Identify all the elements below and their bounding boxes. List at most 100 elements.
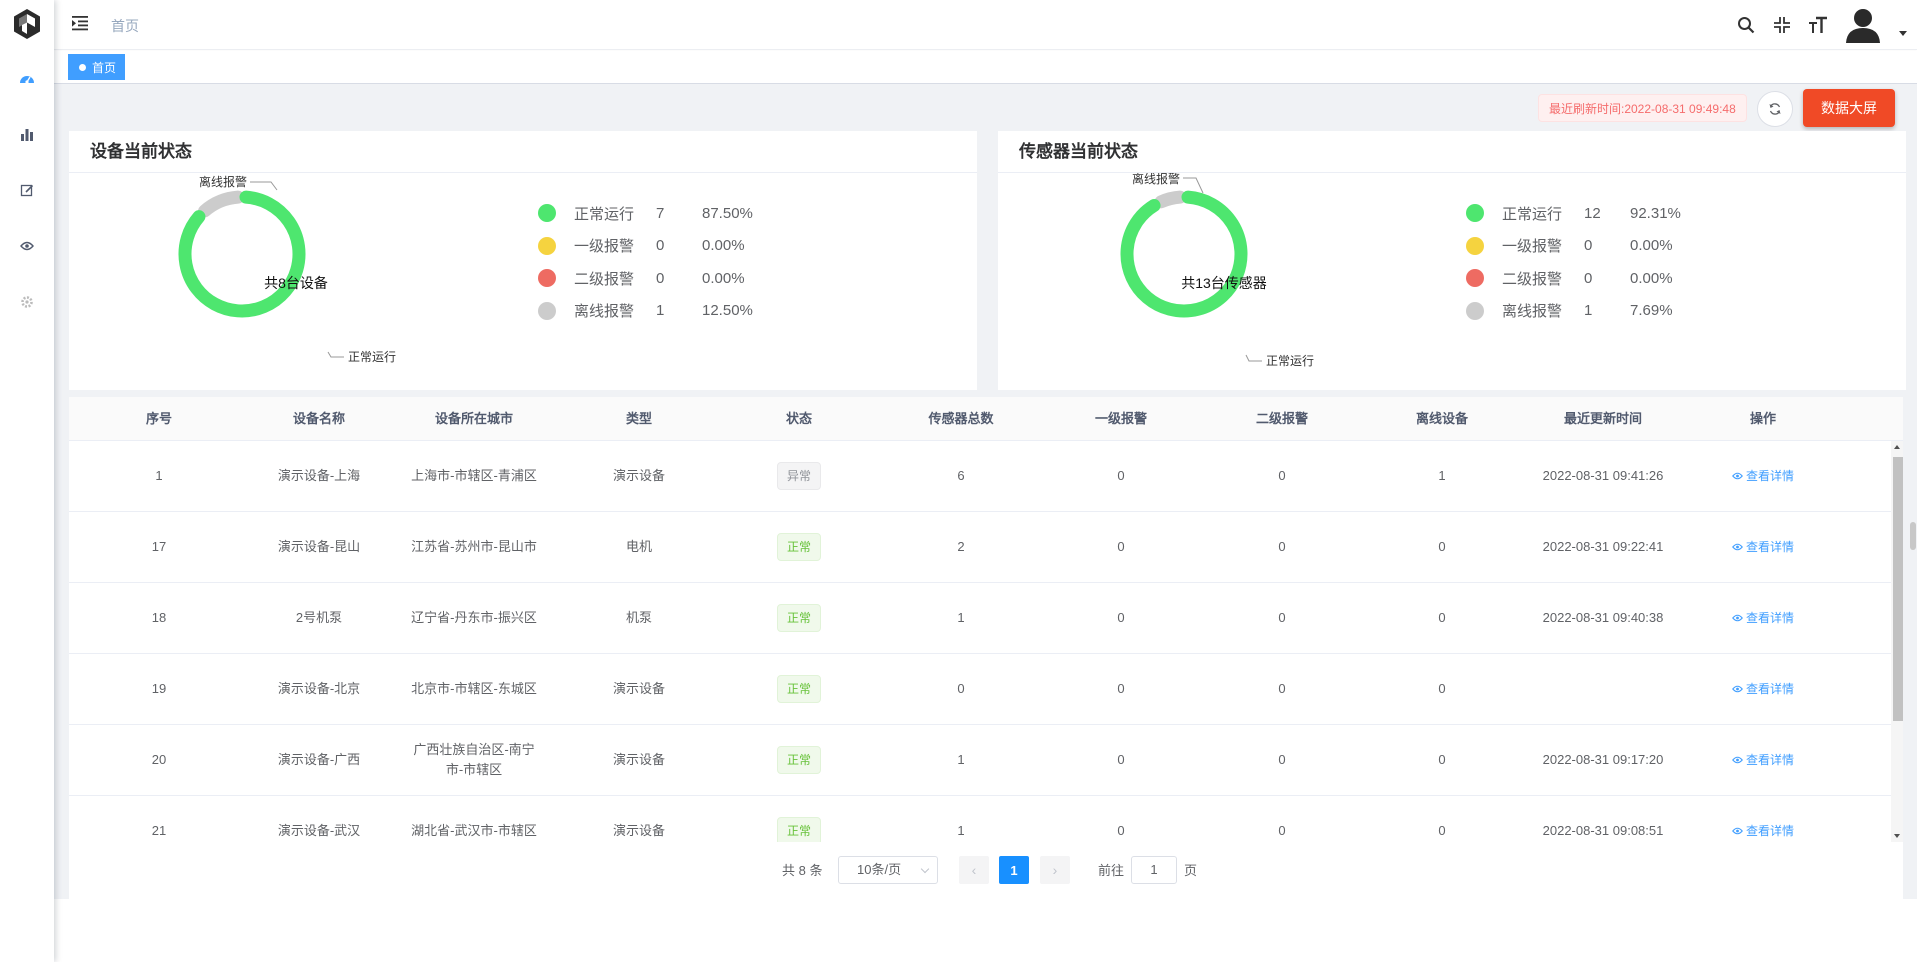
page-size-select[interactable]: 10条/页: [838, 856, 938, 884]
cell-actions: 查看详情: [1703, 583, 1823, 653]
legend-dot-icon: [538, 301, 556, 320]
donut-slice[interactable]: [1120, 190, 1248, 318]
search-icon[interactable]: [1735, 14, 1757, 36]
legend-dot-icon: [1466, 204, 1484, 222]
page-scrollbar-thumb[interactable]: [1910, 522, 1916, 550]
view-detail-link[interactable]: 查看详情: [1732, 466, 1794, 486]
donut-slice[interactable]: [198, 190, 245, 218]
goto-page-input[interactable]: 1: [1131, 856, 1177, 884]
column-header: 离线设备: [1415, 411, 1468, 426]
legend-item[interactable]: 二级报警 0 0.00%: [1466, 266, 1673, 290]
view-detail-label: 查看详情: [1745, 611, 1794, 625]
cell-sensors: 1: [957, 823, 965, 838]
cell-type: 电机: [625, 539, 652, 554]
bar-chart-icon[interactable]: [17, 124, 37, 144]
view-detail-link[interactable]: 查看详情: [1732, 537, 1794, 557]
column-header: 序号: [145, 411, 172, 426]
chevron-down-icon[interactable]: [1899, 30, 1907, 36]
cell-type: 机泵: [625, 610, 652, 625]
cell-offline: 0: [1438, 681, 1446, 696]
cell-name: 演示设备-广西: [277, 752, 361, 767]
refresh-button[interactable]: [1757, 91, 1793, 127]
cell-offline: 0: [1438, 539, 1446, 554]
edit-icon[interactable]: [17, 180, 37, 200]
legend-percent: 7.69%: [1630, 302, 1673, 319]
view-detail-link[interactable]: 查看详情: [1732, 679, 1794, 699]
table-row[interactable]: 1 演示设备-上海 上海市-市辖区-青浦区 演示设备 异常 6 0 0 1 2022-08-31 …: [69, 441, 1891, 512]
tag-label: 首页: [92, 60, 117, 75]
table-row[interactable]: 21 演示设备-武汉 湖北省-武汉市-市辖区 演示设备 正常 1 0 0 0 2022-08-31…: [69, 796, 1891, 842]
table-row[interactable]: 18 2号机泵 辽宁省-丹东市-振兴区 机泵 正常 1 0 0 0 2022-08-31 09:4…: [69, 583, 1891, 654]
view-detail-link[interactable]: 查看详情: [1732, 608, 1794, 628]
next-page-button[interactable]: ›: [1040, 856, 1070, 884]
page-scrollbar[interactable]: [1909, 84, 1917, 899]
legend-dot-icon: [538, 236, 556, 255]
donut-center-label: 共13台传感器: [1181, 275, 1267, 291]
legend-percent: 0.00%: [702, 237, 745, 254]
eye-icon[interactable]: [17, 236, 37, 256]
cell-name: 演示设备-北京: [277, 681, 361, 696]
column-header: 一级报警: [1094, 411, 1147, 426]
cell-type: 演示设备: [612, 752, 665, 767]
cell-offline: 0: [1438, 610, 1446, 625]
legend-percent: 87.50%: [702, 204, 753, 222]
legend-name: 二级报警: [1502, 270, 1563, 288]
sensor-donut-chart: 离线报警 正常运行 共13台传感器: [1120, 173, 1314, 368]
app-logo-icon[interactable]: [12, 8, 42, 40]
cell-updated: 2022-08-31 09:41:26: [1542, 468, 1664, 483]
legend-item[interactable]: 离线报警 1 12.50%: [538, 299, 753, 323]
donut-slice[interactable]: [178, 190, 306, 318]
page-number-current[interactable]: 1: [999, 856, 1029, 884]
gear-icon[interactable]: [17, 292, 37, 312]
cell-actions: 查看详情: [1703, 441, 1823, 511]
scroll-up-icon[interactable]: [1894, 445, 1900, 449]
menu-toggle-icon[interactable]: [71, 14, 89, 32]
chevron-down-icon: [920, 864, 930, 874]
exit-fullscreen-icon[interactable]: [1771, 14, 1793, 36]
device-table: 序号 设备名称 设备所在城市 类型 状态 传感器总数 一级报警 二级报警 离线设备 最近更新时间 操…: [69, 397, 1903, 899]
dashboard-icon[interactable]: [17, 68, 37, 88]
callout-offline: 离线报警: [199, 174, 247, 189]
column-header: 设备所在城市: [434, 411, 513, 426]
table-body[interactable]: 1 演示设备-上海 上海市-市辖区-青浦区 演示设备 异常 6 0 0 1 2022-08-31 …: [69, 441, 1891, 842]
view-detail-link[interactable]: 查看详情: [1732, 821, 1794, 841]
legend-item[interactable]: 一级报警 0 0.00%: [1466, 234, 1673, 258]
user-avatar-icon[interactable]: [1843, 6, 1883, 44]
scrollbar-thumb[interactable]: [1893, 457, 1903, 721]
data-screen-button[interactable]: 数据大屏: [1803, 89, 1895, 127]
legend-item[interactable]: 一级报警 0 0.00%: [538, 234, 745, 258]
table-row[interactable]: 19 演示设备-北京 北京市-市辖区-东城区 演示设备 正常 0 0 0 0 查看详情: [69, 654, 1891, 725]
refresh-time-badge: 最近刷新时间:2022-08-31 09:49:48: [1538, 94, 1747, 122]
legend-item[interactable]: 二级报警 0 0.00%: [538, 266, 745, 290]
font-size-icon[interactable]: [1807, 14, 1829, 36]
table-row[interactable]: 17 演示设备-昆山 江苏省-苏州市-昆山市 电机 正常 2 0 0 0 2022-08-31 0…: [69, 512, 1891, 583]
main-bottom-blank: [54, 899, 1917, 962]
breadcrumb-home[interactable]: 首页: [111, 16, 139, 36]
legend-name: 正常运行: [1502, 205, 1563, 223]
cell-city: 广西壮族自治区-南宁市-市辖区: [413, 742, 535, 777]
callout-normal: 正常运行: [1266, 354, 1314, 368]
status-badge: 正常: [776, 604, 821, 632]
legend-item[interactable]: 离线报警 1 7.69%: [1466, 299, 1673, 323]
tag-home[interactable]: 首页: [68, 54, 126, 80]
table-row[interactable]: 20 演示设备-广西 广西壮族自治区-南宁市-市辖区 演示设备 正常 1 0 0 0 2022-0…: [69, 725, 1891, 796]
legend-count: 0: [1584, 237, 1593, 254]
prev-page-button[interactable]: ‹: [959, 856, 989, 884]
cell-actions: 查看详情: [1703, 512, 1823, 582]
sidebar: [0, 0, 54, 962]
device-donut-chart: 离线报警 正常运行 共8台设备: [178, 174, 396, 364]
eye-icon: [1732, 827, 1743, 835]
active-dot-icon: [79, 63, 86, 71]
cell-offline: 0: [1438, 752, 1446, 767]
legend-item[interactable]: 正常运行 7 87.50%: [538, 201, 753, 225]
scroll-down-icon[interactable]: [1894, 834, 1900, 838]
cell-type: 演示设备: [612, 823, 665, 838]
cell-id: 1: [155, 468, 163, 483]
donut-slice[interactable]: [1154, 190, 1187, 209]
status-badge: 正常: [776, 675, 821, 703]
legend-item[interactable]: 正常运行 12 92.31%: [1466, 201, 1681, 225]
table-scrollbar[interactable]: [1891, 441, 1903, 842]
status-cell: 正常: [734, 796, 864, 842]
sensor-status-card: 传感器当前状态 离线报警 正常运行 共13台传感器 正常运行 12 92.31% 一级…: [998, 131, 1906, 390]
view-detail-link[interactable]: 查看详情: [1732, 750, 1794, 770]
